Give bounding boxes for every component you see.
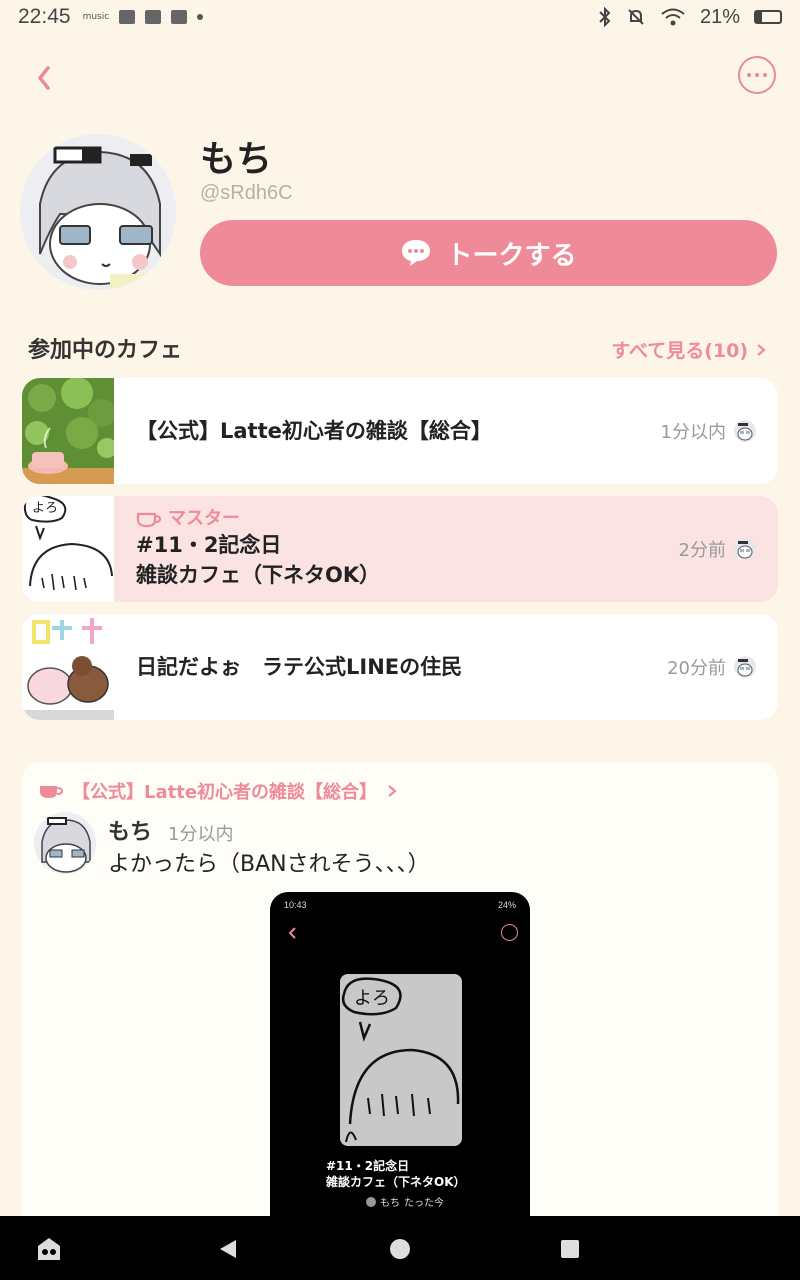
cafe-title-line1: #11・2記念日 bbox=[136, 533, 282, 557]
dot-icon bbox=[755, 73, 759, 77]
app-icon bbox=[171, 10, 188, 24]
avatar bbox=[734, 538, 756, 560]
top-bar bbox=[0, 52, 800, 100]
image-author-time: たった今 bbox=[404, 1198, 444, 1209]
cafe-card[interactable]: よろ マスター #11・2記念日 雑談カフェ（下ネタOK） 2分前 bbox=[22, 496, 778, 602]
cafe-last-activity: 1分以内 bbox=[660, 422, 726, 443]
profile-avatar[interactable] bbox=[20, 134, 176, 290]
see-all-link[interactable]: すべて見る(10) bbox=[611, 336, 766, 363]
more-icon bbox=[501, 924, 518, 941]
cafe-title: 日記だよぉ ラテ公式LINEの住民 bbox=[136, 655, 463, 679]
image-cafe-thumbnail: よろ bbox=[340, 974, 462, 1146]
image-cafe-title-line1: #11・2記念日 bbox=[326, 1159, 410, 1173]
cafe-card[interactable]: 日記だよぉ ラテ公式LINEの住民 20分前 bbox=[22, 614, 778, 720]
dot-icon bbox=[763, 73, 767, 77]
coffee-cup-icon bbox=[136, 512, 162, 528]
avatar bbox=[734, 656, 756, 678]
post-card[interactable]: 【公式】Latte初心者の雑談【総合】 もち 1分以内 よかったら（BANされそ… bbox=[22, 762, 778, 1280]
image-cafe-title-line2: 雑談カフェ（下ネタOK） bbox=[326, 1175, 466, 1189]
coffee-cup-icon bbox=[40, 786, 64, 798]
post-author-name[interactable]: もち bbox=[108, 814, 152, 846]
status-bar: 22:45 music 21% bbox=[0, 0, 800, 34]
music-icon: music bbox=[82, 12, 110, 22]
bluetooth-icon bbox=[599, 7, 611, 27]
avatar bbox=[734, 420, 756, 442]
home-nav-icon[interactable] bbox=[385, 1234, 415, 1264]
cafe-title-line2: 雑談カフェ（下ネタOK） bbox=[136, 563, 381, 587]
profile-name: もち bbox=[200, 139, 273, 180]
chevron-right-icon bbox=[388, 785, 397, 797]
master-badge: マスター bbox=[136, 508, 679, 530]
drawn-text: よろ bbox=[32, 501, 58, 516]
mute-icon bbox=[628, 9, 644, 25]
cafe-last-activity: 2分前 bbox=[678, 540, 726, 561]
drawn-text: よろ bbox=[354, 988, 390, 1009]
cafe-thumbnail: よろ bbox=[22, 496, 114, 602]
image-author: もち たった今 bbox=[366, 1194, 444, 1209]
profile-handle: @sRdh6C bbox=[200, 182, 293, 204]
cafe-last-activity: 20分前 bbox=[667, 658, 726, 679]
image-status-battery: 24% bbox=[497, 900, 516, 910]
chat-bubble-icon bbox=[402, 240, 431, 266]
avatar-illustration bbox=[20, 134, 176, 290]
image-author-name: もち bbox=[380, 1198, 400, 1209]
recents-nav-icon[interactable] bbox=[555, 1234, 585, 1264]
image-status-bar: 10:43 24% bbox=[284, 900, 516, 910]
post-cafe-link[interactable]: 【公式】Latte初心者の雑談【総合】 bbox=[38, 778, 399, 804]
more-notifications-icon bbox=[197, 14, 204, 20]
wifi-icon bbox=[661, 8, 685, 26]
cafe-title: 【公式】Latte初心者の雑談【総合】 bbox=[136, 419, 492, 443]
more-options-button[interactable] bbox=[738, 56, 776, 94]
chevron-right-icon bbox=[757, 343, 766, 356]
image-status-time: 10:43 bbox=[284, 900, 307, 910]
post-time: 1分以内 bbox=[168, 824, 234, 845]
post-text: よかったら（BANされそう、、、） bbox=[108, 852, 430, 877]
cafe-thumbnail bbox=[22, 378, 114, 484]
chevron-left-icon bbox=[38, 66, 50, 90]
post-author-avatar[interactable] bbox=[34, 812, 96, 874]
battery-text: 21% bbox=[699, 5, 740, 28]
battery-icon bbox=[754, 10, 782, 24]
joined-cafes-title: 参加中のカフェ bbox=[28, 338, 183, 363]
avatar bbox=[366, 1196, 376, 1207]
dot-icon bbox=[747, 73, 751, 77]
cafe-thumbnail bbox=[22, 614, 114, 720]
system-nav-bar bbox=[0, 1216, 800, 1280]
master-label: マスター bbox=[168, 508, 240, 529]
see-all-label: すべて見る(10) bbox=[611, 340, 748, 362]
chevron-left-icon bbox=[288, 927, 296, 939]
status-time: 22:45 bbox=[18, 5, 71, 28]
image-icon bbox=[119, 10, 136, 24]
app-icon bbox=[145, 10, 162, 24]
cafe-card[interactable]: 【公式】Latte初心者の雑談【総合】 1分以内 bbox=[22, 378, 778, 484]
post-cafe-name: 【公式】Latte初心者の雑談【総合】 bbox=[72, 782, 378, 803]
talk-button[interactable]: トークする bbox=[200, 220, 777, 286]
image-cafe-title: #11・2記念日 雑談カフェ（下ネタOK） bbox=[326, 1158, 466, 1190]
talk-button-label: トークする bbox=[446, 240, 577, 271]
accessibility-icon[interactable] bbox=[34, 1234, 64, 1264]
notification-icons: music bbox=[83, 10, 204, 24]
back-nav-icon[interactable] bbox=[214, 1234, 244, 1264]
back-button[interactable] bbox=[26, 56, 66, 96]
